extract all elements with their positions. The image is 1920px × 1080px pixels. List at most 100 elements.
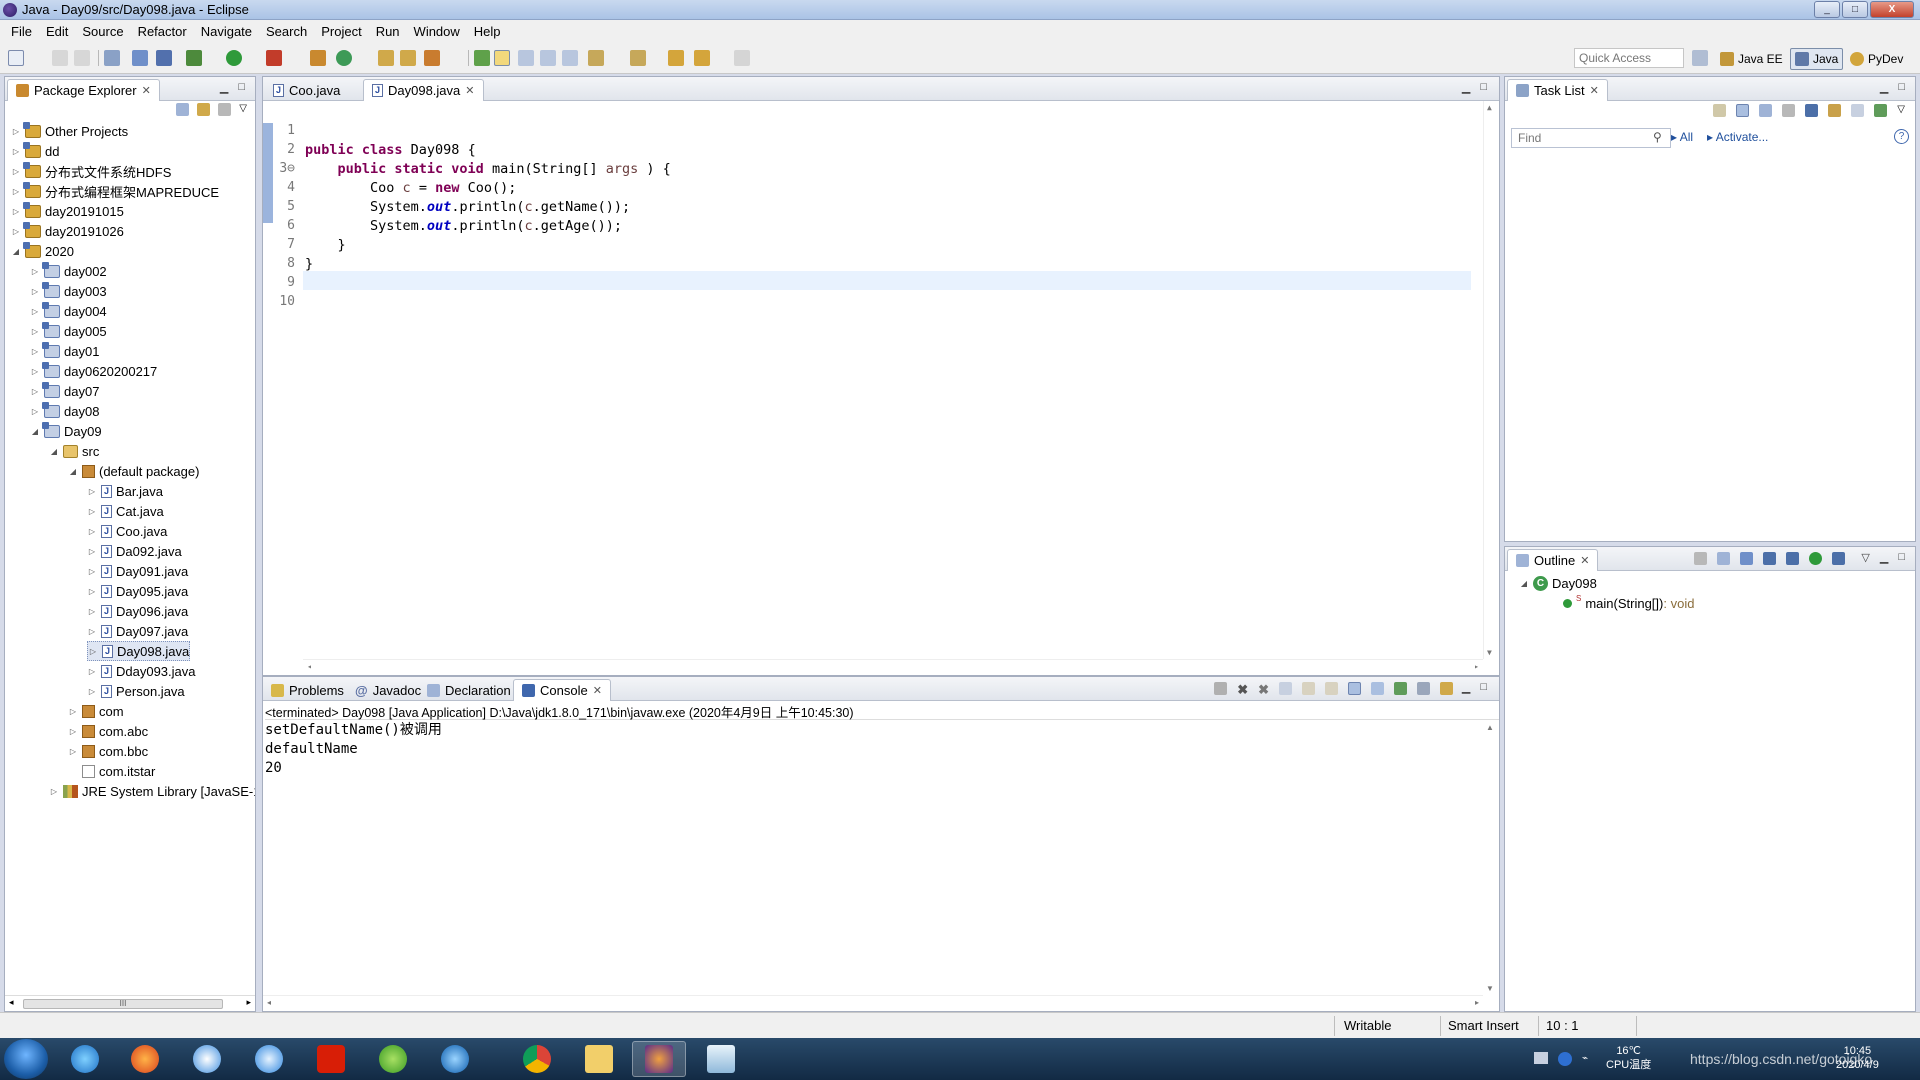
tree-item[interactable]: ▷ day002: [30, 261, 107, 281]
menu-navigate[interactable]: Navigate: [194, 24, 259, 39]
new-class-icon[interactable]: [336, 50, 352, 66]
forward-icon[interactable]: [734, 50, 750, 66]
notepad-icon[interactable]: [694, 1041, 748, 1077]
close-icon[interactable]: ✕: [465, 84, 474, 97]
sort-icon[interactable]: [1740, 552, 1753, 565]
tray-clock[interactable]: 10:45 2020/4/9: [1836, 1044, 1879, 1072]
chrome-icon[interactable]: [510, 1041, 564, 1077]
block-selection-icon[interactable]: [518, 50, 534, 66]
hide-fields-icon[interactable]: [1763, 552, 1776, 565]
console-hscrollbar[interactable]: ◂ ▸: [263, 995, 1483, 1011]
tree-item[interactable]: ▷ J Day095.java: [87, 581, 188, 601]
expand-toggle-icon[interactable]: ▷: [87, 527, 97, 536]
tree-item[interactable]: ▷ day005: [30, 321, 107, 341]
scroll-lock-icon[interactable]: [1302, 682, 1315, 695]
expand-toggle-icon[interactable]: ▷: [11, 187, 21, 196]
collapse-all-icon[interactable]: [1828, 104, 1842, 117]
keyboard-icon[interactable]: [1534, 1052, 1548, 1064]
maximize-view-icon[interactable]: □: [1480, 681, 1487, 694]
expand-toggle-icon[interactable]: ◢: [30, 427, 40, 436]
tree-item[interactable]: ▷ day20191015: [11, 201, 124, 221]
new-task-icon[interactable]: [1713, 104, 1727, 117]
tree-item[interactable]: ◢ src: [49, 441, 99, 461]
expand-toggle-icon[interactable]: ▷: [49, 787, 59, 796]
hide-nonpublic-icon[interactable]: [1809, 552, 1822, 565]
sync-icon[interactable]: [1874, 104, 1888, 117]
tab-outline[interactable]: Outline ✕: [1507, 549, 1599, 571]
back-icon[interactable]: [694, 50, 710, 66]
link-with-editor-icon[interactable]: [197, 103, 211, 116]
eclipse-icon[interactable]: [632, 1041, 686, 1077]
expand-toggle-icon[interactable]: ▷: [68, 747, 78, 756]
help-icon[interactable]: [1558, 1052, 1572, 1066]
remove-all-icon[interactable]: ✖: [1258, 682, 1269, 698]
show-on-output-icon[interactable]: [1348, 682, 1361, 695]
baidu-netdisk-icon[interactable]: [180, 1041, 234, 1077]
view-menu-icon[interactable]: ▽: [1861, 551, 1869, 564]
open-type-icon[interactable]: [378, 50, 394, 66]
tree-item[interactable]: ▷ com.bbc: [68, 741, 148, 761]
cloud-icon[interactable]: [242, 1041, 296, 1077]
console-vscrollbar[interactable]: ▲ ▼: [1483, 721, 1499, 995]
collapse-all-icon[interactable]: [1717, 552, 1730, 565]
print-icon[interactable]: [104, 50, 120, 66]
menu-refactor[interactable]: Refactor: [131, 24, 194, 39]
search-icon[interactable]: [424, 50, 440, 66]
tree-item[interactable]: ▷ J Da092.java: [87, 541, 182, 561]
task-activate-link[interactable]: ▸ Activate...: [1707, 130, 1768, 144]
expand-toggle-icon[interactable]: ◢: [11, 247, 21, 256]
tree-item[interactable]: ▷ J Day096.java: [87, 601, 188, 621]
tree-item[interactable]: ▷ J Cat.java: [87, 501, 164, 521]
menu-window[interactable]: Window: [407, 24, 467, 39]
minimize-view-icon[interactable]: ▁: [1880, 551, 1888, 564]
expand-toggle-icon[interactable]: ▷: [68, 707, 78, 716]
show-on-error-icon[interactable]: [1371, 682, 1384, 695]
network-icon[interactable]: ⌁: [1582, 1052, 1588, 1066]
tab-problems[interactable]: Problems: [263, 679, 352, 701]
skip-breakpoints-icon[interactable]: [156, 50, 172, 66]
task-filter-all[interactable]: ▸ All: [1671, 130, 1693, 144]
outline-method-row[interactable]: S main(String[]) : void: [1563, 593, 1694, 613]
debug-icon[interactable]: [186, 50, 202, 66]
focus-icon[interactable]: [1782, 104, 1796, 117]
word-wrap-icon[interactable]: [540, 50, 556, 66]
maximize-view-icon[interactable]: □: [1898, 81, 1905, 94]
tree-item[interactable]: ▷ day01: [30, 341, 99, 361]
quick-access-input[interactable]: Quick Access: [1574, 48, 1684, 68]
collapse-all-icon[interactable]: [176, 103, 190, 116]
maximize-view-icon[interactable]: □: [1898, 551, 1905, 564]
editor-hscrollbar[interactable]: ◂ ▸: [303, 659, 1483, 675]
tree-item[interactable]: ▷ day08: [30, 401, 99, 421]
perspective-pydev[interactable]: PyDev: [1846, 48, 1907, 70]
tree-item[interactable]: ▷ J Coo.java: [87, 521, 167, 541]
show-whitespace-icon[interactable]: [562, 50, 578, 66]
tree-item[interactable]: ▷ J Day091.java: [87, 561, 188, 581]
ie-icon[interactable]: [58, 1041, 112, 1077]
coverage-icon[interactable]: [266, 50, 282, 66]
new-java-project-icon[interactable]: [310, 50, 326, 66]
categorized-icon[interactable]: [1736, 104, 1750, 117]
expand-toggle-icon[interactable]: ▷: [11, 167, 21, 176]
expand-toggle[interactable]: ◢: [1519, 579, 1529, 588]
tree-item[interactable]: ◢ Day09: [30, 421, 102, 441]
last-edit-icon[interactable]: [668, 50, 684, 66]
tab-console[interactable]: Console ✕: [513, 679, 611, 701]
minimize-view-icon[interactable]: ▁: [1880, 81, 1888, 94]
minimize-button[interactable]: _: [1814, 1, 1840, 18]
firefox-icon[interactable]: [118, 1041, 172, 1077]
tab-task-list[interactable]: Task List ✕: [1507, 79, 1608, 101]
expand-toggle-icon[interactable]: ▷: [11, 147, 21, 156]
tree-item[interactable]: ▷ J Dday093.java: [87, 661, 196, 681]
expand-toggle-icon[interactable]: ▷: [30, 307, 40, 316]
expand-toggle-icon[interactable]: ▷: [30, 407, 40, 416]
expand-toggle-icon[interactable]: ▷: [87, 687, 97, 696]
green-icon[interactable]: [366, 1041, 420, 1077]
menu-search[interactable]: Search: [259, 24, 314, 39]
tree-item[interactable]: ▷ J Person.java: [87, 681, 185, 701]
tree-item[interactable]: ▷ day0620200217: [30, 361, 157, 381]
open-console-icon[interactable]: [1440, 682, 1453, 695]
remove-launch-icon[interactable]: ✖: [1237, 682, 1248, 698]
code-editor[interactable]: 1 2 public class Day098 {3⊖ public static …: [263, 101, 1499, 675]
focus-icon[interactable]: [218, 103, 232, 116]
next-annotation-icon[interactable]: [588, 50, 604, 66]
